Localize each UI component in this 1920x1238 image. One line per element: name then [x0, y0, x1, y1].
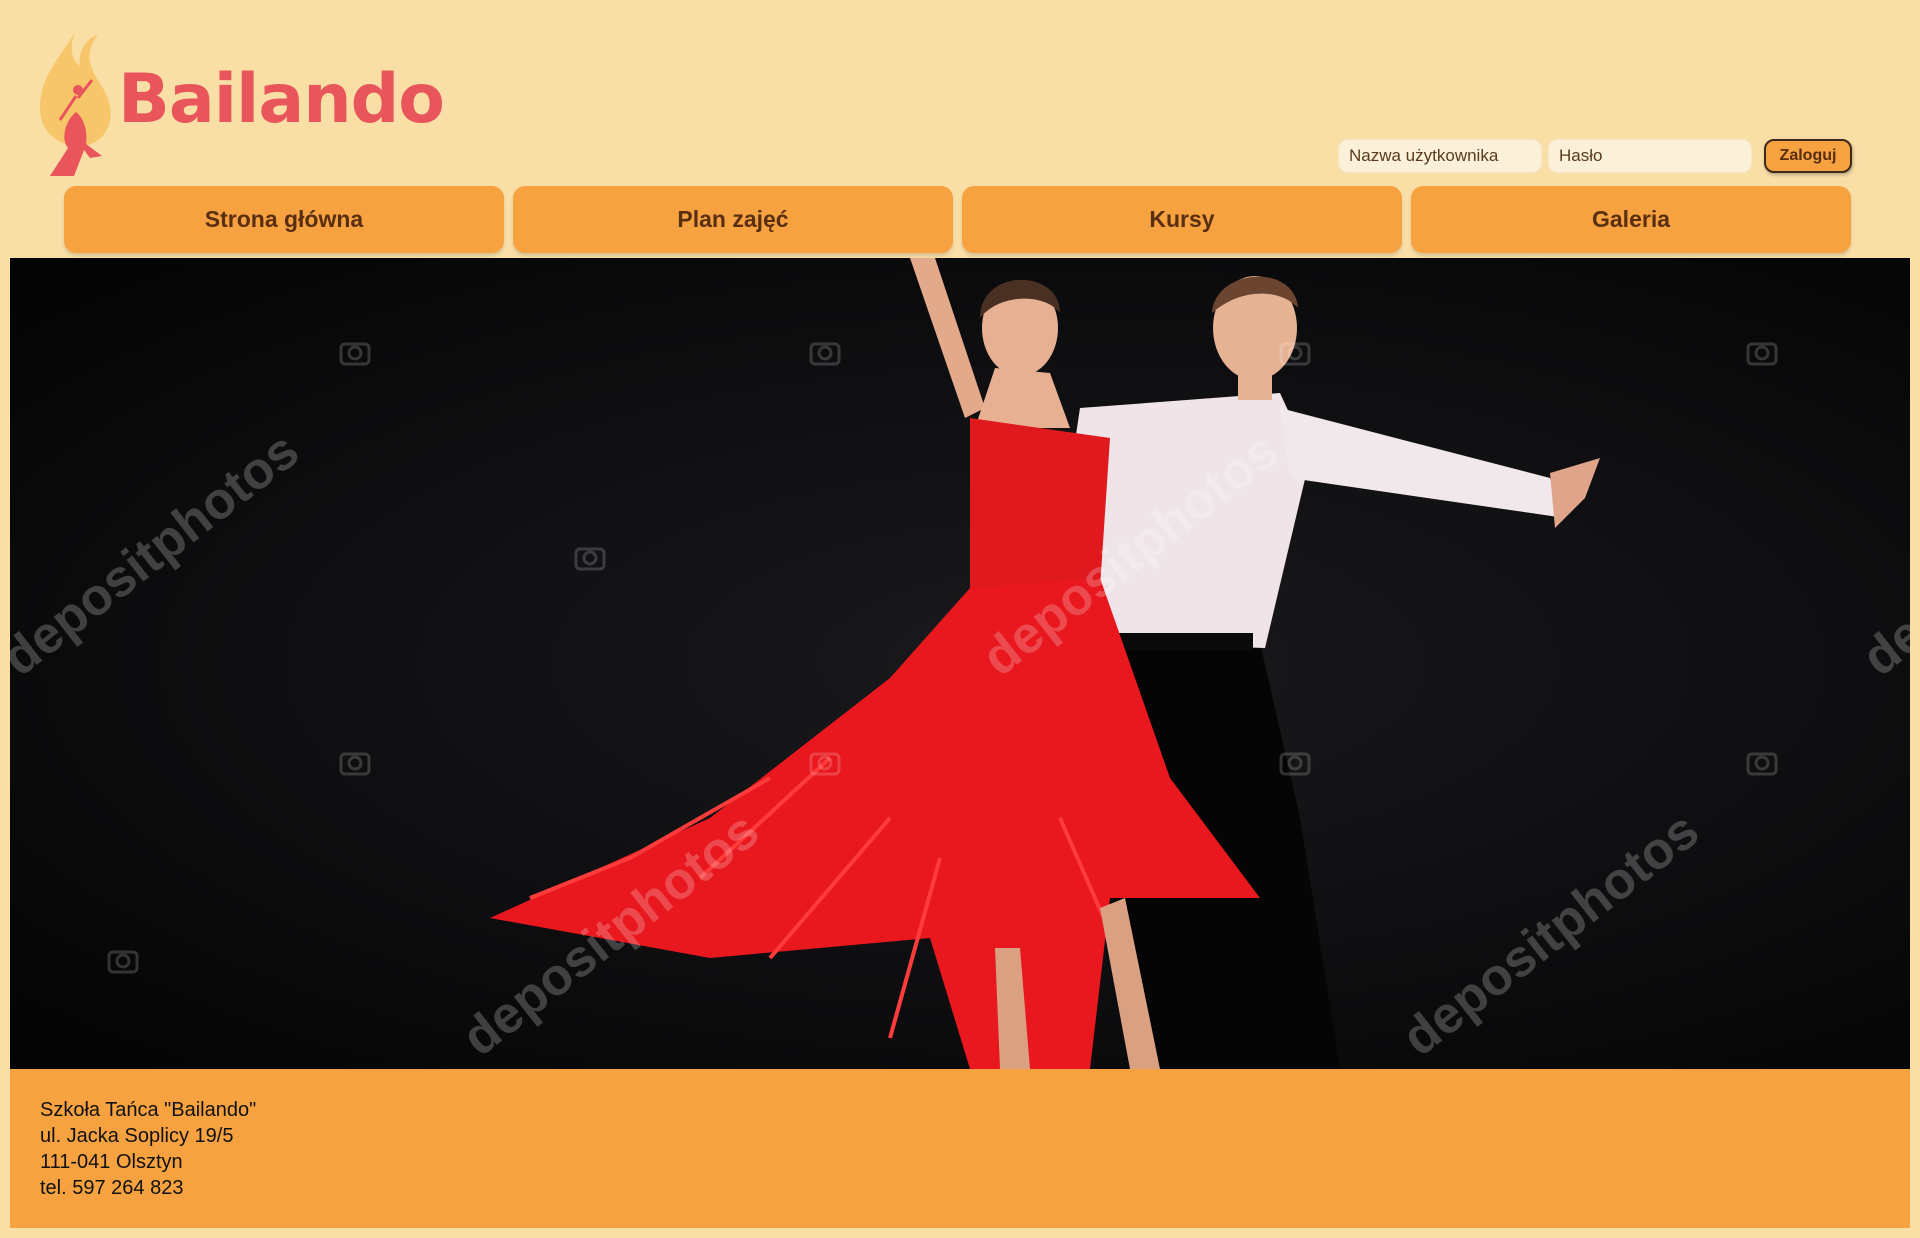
camera-icon	[809, 342, 841, 366]
camera-icon	[107, 950, 139, 974]
hero-watermark: depositphotos	[10, 421, 310, 687]
hero-watermark: depositphotos	[1852, 421, 1910, 687]
contact-info: Szkoła Tańca "Bailando" ul. Jacka Soplic…	[40, 1097, 256, 1201]
login-form: Zaloguj	[1338, 139, 1852, 173]
school-name: Szkoła Tańca "Bailando"	[40, 1099, 257, 1121]
brand-name: Bailando	[118, 60, 445, 139]
nav-item-home[interactable]: Strona główna	[64, 186, 504, 253]
site-footer: Szkoła Tańca "Bailando" ul. Jacka Soplic…	[10, 1069, 1910, 1228]
main-nav: Strona główna Plan zajęć Kursy Galeria	[64, 186, 1851, 253]
hero-dancers-image: depositphotos depositphotos depositphoto…	[10, 258, 1910, 1069]
camera-icon	[339, 342, 371, 366]
hero-watermark: depositphotos	[1392, 801, 1710, 1067]
address-street: ul. Jacka Soplicy 19/5	[40, 1125, 234, 1147]
login-button[interactable]: Zaloguj	[1764, 139, 1852, 173]
camera-icon	[574, 547, 606, 571]
phone-number: tel. 597 264 823	[40, 1177, 184, 1199]
camera-icon	[339, 752, 371, 776]
dancer-flame-icon	[40, 32, 111, 176]
logo[interactable]: Bailando	[30, 28, 445, 178]
camera-icon	[1746, 752, 1778, 776]
nav-item-schedule[interactable]: Plan zajęć	[513, 186, 953, 253]
password-input[interactable]	[1548, 139, 1752, 173]
site-header: Bailando Zaloguj	[0, 0, 1920, 185]
username-input[interactable]	[1338, 139, 1542, 173]
address-city: 111-041 Olsztyn	[40, 1151, 183, 1173]
nav-item-gallery[interactable]: Galeria	[1411, 186, 1851, 253]
nav-item-courses[interactable]: Kursy	[962, 186, 1402, 253]
camera-icon	[1746, 342, 1778, 366]
